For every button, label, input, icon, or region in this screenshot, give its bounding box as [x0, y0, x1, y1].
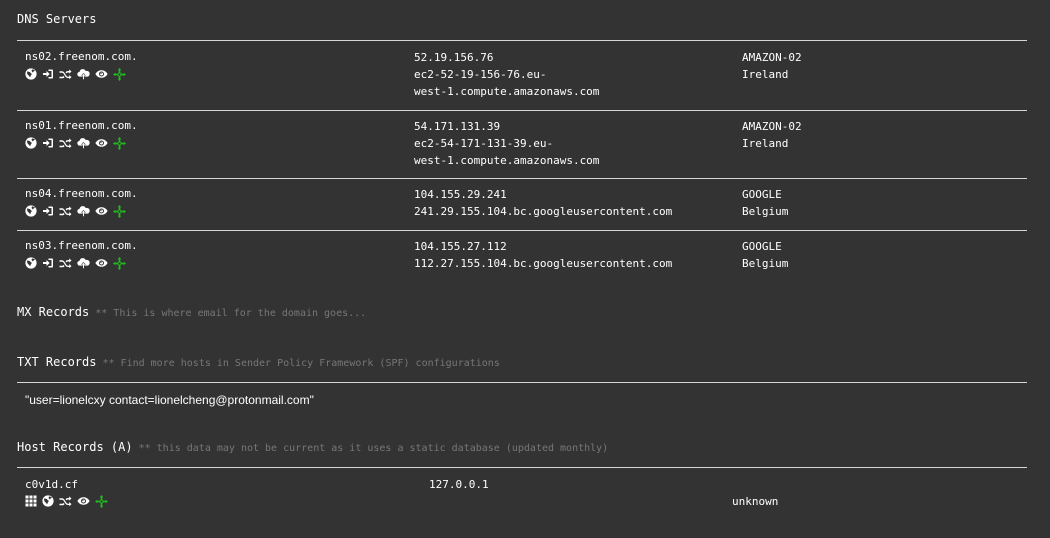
dns-ip-cell: 104.155.27.112 112.27.155.104.bc.googleu… [414, 238, 672, 272]
dns-rdns: west-1.compute.amazonaws.com [414, 154, 600, 167]
cloud-upload-icon[interactable] [77, 137, 90, 149]
dns-ip: 104.155.27.112 [414, 240, 507, 253]
mx-records-title: MX Records ** This is where email for the… [17, 305, 367, 319]
dns-asn: AMAZON-02 [742, 120, 802, 133]
globe-icon[interactable] [42, 495, 54, 507]
host-records-note: ** this data may not be current as it us… [138, 443, 609, 454]
dns-host: ns02.freenom.com. [25, 50, 138, 63]
random-icon[interactable] [59, 137, 72, 149]
dns-asn-cell: GOOGLE Belgium [742, 186, 788, 220]
dns-asn-cell: GOOGLE Belgium [742, 238, 788, 272]
dns-country: Ireland [742, 137, 789, 150]
crosshair-icon[interactable] [113, 67, 126, 81]
dns-servers-title: DNS Servers [17, 12, 97, 26]
crosshair-icon[interactable] [113, 136, 126, 150]
row-actions [25, 256, 126, 270]
dns-host: ns04.freenom.com. [25, 187, 138, 200]
dns-asn: AMAZON-02 [742, 51, 802, 64]
random-icon[interactable] [59, 495, 72, 507]
dns-host: ns01.freenom.com. [25, 119, 138, 132]
txt-records-note: ** Find more hosts in Sender Policy Fram… [102, 358, 500, 369]
host-records-title: Host Records (A) ** this data may not be … [17, 440, 609, 454]
cloud-upload-icon[interactable] [77, 68, 90, 80]
dns-ip: 54.171.131.39 [414, 120, 501, 133]
eye-icon[interactable] [77, 495, 90, 507]
grid-icon[interactable] [25, 495, 37, 507]
dns-asn-cell: AMAZON-02 Ireland [742, 49, 802, 83]
dns-ip-cell: 52.19.156.76 ec2-52-19-156-76.eu- west-1… [414, 49, 599, 100]
row-actions [25, 494, 108, 508]
dns-asn: GOOGLE [742, 188, 782, 201]
host-ip: 127.0.0.1 [429, 478, 489, 491]
dns-ip-cell: 54.171.131.39 ec2-54-171-131-39.eu- west… [414, 118, 599, 169]
crosshair-icon[interactable] [113, 204, 126, 218]
sign-in-icon[interactable] [42, 257, 54, 269]
host-info: unknown [732, 495, 779, 508]
txt-records-title: TXT Records ** Find more hosts in Sender … [17, 355, 500, 369]
random-icon[interactable] [59, 68, 72, 80]
divider [17, 110, 1027, 111]
mx-records-note: ** This is where email for the domain go… [95, 308, 367, 319]
dns-asn-cell: AMAZON-02 Ireland [742, 118, 802, 152]
host-name: c0v1d.cf [25, 478, 78, 491]
globe-icon[interactable] [25, 257, 37, 269]
dns-country: Ireland [742, 68, 789, 81]
divider [17, 467, 1027, 468]
row-actions [25, 136, 126, 150]
globe-icon[interactable] [25, 205, 37, 217]
row-actions [25, 204, 126, 218]
dns-asn: GOOGLE [742, 240, 782, 253]
divider [17, 40, 1027, 41]
dns-rdns: ec2-52-19-156-76.eu- [414, 68, 547, 81]
dns-ip-cell: 104.155.29.241 241.29.155.104.bc.googleu… [414, 186, 672, 220]
globe-icon[interactable] [25, 68, 37, 80]
eye-icon[interactable] [95, 205, 108, 217]
eye-icon[interactable] [95, 68, 108, 80]
txt-record-value: "user=lionelcxy contact=lionelcheng@prot… [25, 393, 314, 407]
divider [17, 230, 1027, 231]
dns-country: Belgium [742, 205, 789, 218]
sign-in-icon[interactable] [42, 137, 54, 149]
random-icon[interactable] [59, 257, 72, 269]
divider [17, 178, 1027, 179]
sign-in-icon[interactable] [42, 205, 54, 217]
sign-in-icon[interactable] [42, 68, 54, 80]
dns-ip: 104.155.29.241 [414, 188, 507, 201]
dns-rdns: west-1.compute.amazonaws.com [414, 85, 600, 98]
eye-icon[interactable] [95, 257, 108, 269]
dns-country: Belgium [742, 257, 789, 270]
eye-icon[interactable] [95, 137, 108, 149]
dns-rdns: 112.27.155.104.bc.googleusercontent.com [414, 257, 673, 270]
dns-host: ns03.freenom.com. [25, 239, 138, 252]
dns-ip: 52.19.156.76 [414, 51, 494, 64]
crosshair-icon[interactable] [113, 256, 126, 270]
row-actions [25, 67, 126, 81]
cloud-upload-icon[interactable] [77, 205, 90, 217]
crosshair-icon[interactable] [95, 494, 108, 508]
dns-rdns: 241.29.155.104.bc.googleusercontent.com [414, 205, 673, 218]
random-icon[interactable] [59, 205, 72, 217]
dns-rdns: ec2-54-171-131-39.eu- [414, 137, 554, 150]
divider [17, 382, 1027, 383]
cloud-upload-icon[interactable] [77, 257, 90, 269]
globe-icon[interactable] [25, 137, 37, 149]
